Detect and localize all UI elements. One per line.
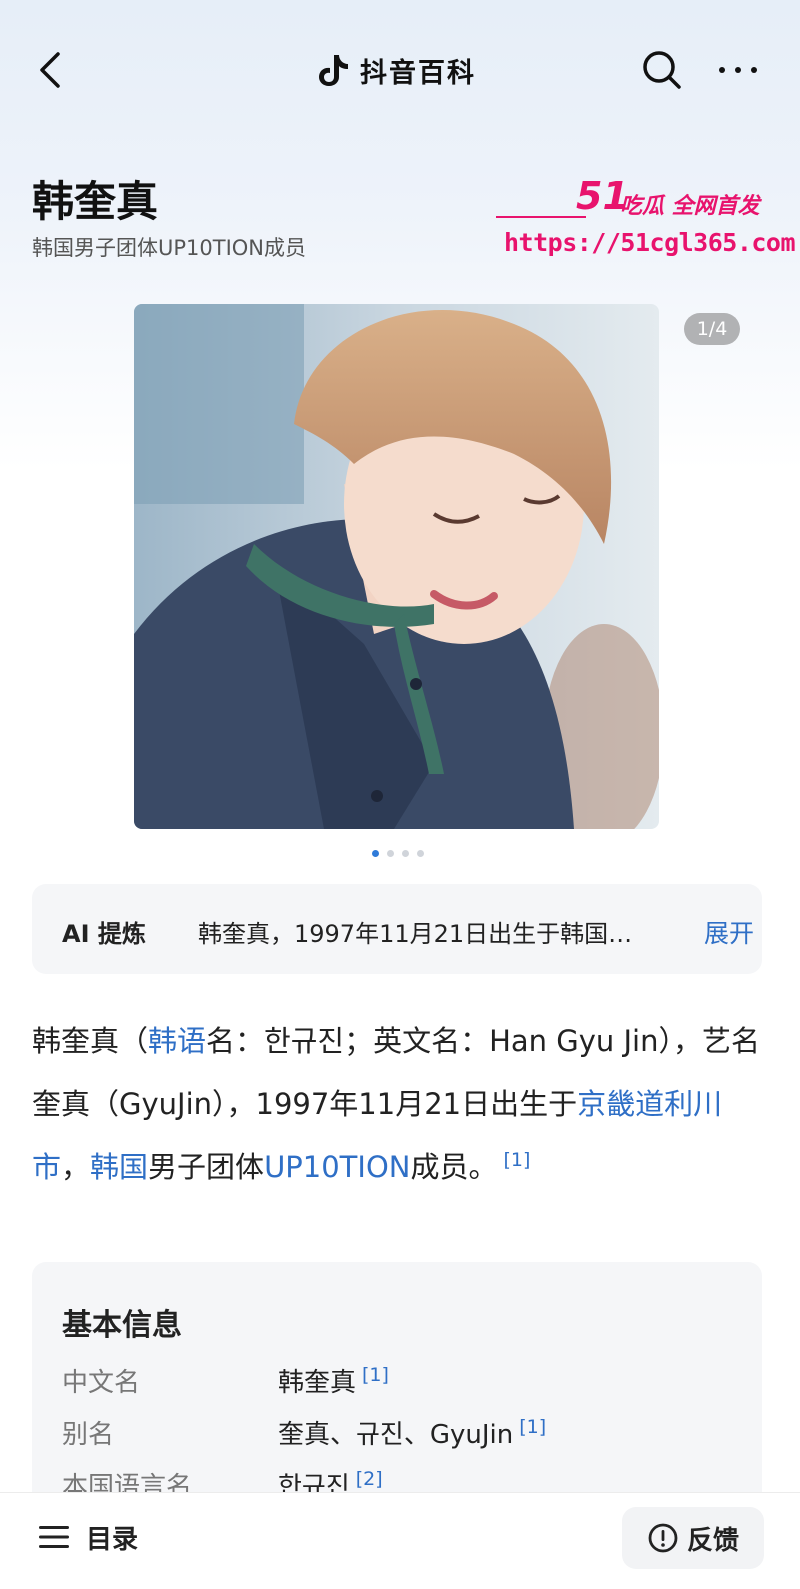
gallery-dot[interactable]: [387, 850, 394, 857]
intro-text: 男子团体: [148, 1150, 265, 1184]
reference-link[interactable]: [1]: [519, 1416, 546, 1438]
toc-button[interactable]: 目录: [38, 1515, 138, 1559]
reference-link[interactable]: [1]: [362, 1364, 389, 1386]
reference-link[interactable]: [2]: [356, 1468, 383, 1490]
ai-summary-expand-link[interactable]: 展开: [704, 914, 754, 950]
intro-paragraph: 韩奎真（韩语名：한규진；英文名：Han Gyu Jin），艺名奎真（GyuJin…: [32, 1010, 762, 1199]
brand-logo: 抖音百科: [316, 50, 476, 90]
watermark-url: https://51cgl365.com: [504, 228, 796, 257]
info-key: 中文名: [62, 1368, 141, 1398]
gallery-dot[interactable]: [417, 850, 424, 857]
feedback-label: 反馈: [686, 1525, 739, 1556]
toc-label: 目录: [86, 1524, 139, 1555]
back-button[interactable]: [30, 48, 74, 92]
ai-summary-text: 韩奎真，1997年11月21日出生于韩国…: [198, 920, 633, 948]
info-value: 韩奎真 [1]: [278, 1362, 389, 1399]
back-chevron-icon: [40, 52, 60, 88]
top-bar: 抖音百科: [0, 30, 800, 110]
more-button[interactable]: [716, 48, 760, 92]
bottom-bar: 目录 反馈: [0, 1492, 800, 1589]
ai-summary-label: AI 提炼: [62, 920, 146, 948]
intro-text: ，: [61, 1150, 91, 1184]
info-value: 奎真、규진、GyuJin [1]: [278, 1414, 546, 1451]
gallery-dot[interactable]: [372, 850, 379, 857]
search-button[interactable]: [640, 48, 684, 92]
intro-text: 韩奎真（: [32, 1024, 149, 1058]
search-icon: [643, 51, 681, 89]
watermark: 51 吃瓜 全网首发 https://51cgl365.com: [496, 170, 796, 270]
profile-photo[interactable]: [134, 304, 659, 829]
page-title: 韩奎真: [32, 177, 159, 226]
link-korea[interactable]: 韩国: [90, 1150, 148, 1184]
person-photo-illustration: [134, 304, 659, 829]
basic-info-card: 基本信息 中文名 韩奎真 [1] 别名 奎真、규진、GyuJin [1] 本国语言名…: [32, 1262, 762, 1522]
gallery-pagination[interactable]: [372, 850, 424, 857]
douyin-note-icon: [319, 55, 348, 86]
brand-name: 抖音百科: [360, 57, 476, 89]
link-korean-language[interactable]: 韩语: [148, 1024, 206, 1058]
page-subtitle: 韩国男子团体UP10TION成员: [32, 236, 307, 260]
intro-text: 成员。: [410, 1150, 498, 1184]
reference-link[interactable]: [1]: [503, 1149, 530, 1171]
info-value-text: 韩奎真: [278, 1368, 357, 1398]
info-value-text: 奎真、규진、GyuJin: [278, 1420, 514, 1450]
more-dots-icon: [719, 67, 757, 73]
ai-summary-card[interactable]: AI 提炼 韩奎真，1997年11月21日出生于韩国… 展开: [32, 884, 762, 974]
info-row-alias: 别名 奎真、규진、GyuJin [1]: [62, 1414, 742, 1454]
basic-info-title: 基本信息: [62, 1308, 182, 1343]
info-row-chinese-name: 中文名 韩奎真 [1]: [62, 1362, 742, 1402]
menu-lines-icon: [39, 1526, 69, 1548]
alert-circle-icon: [648, 1523, 678, 1553]
watermark-circuit-line: [496, 216, 586, 218]
watermark-tagline: 吃瓜 全网首发: [620, 194, 760, 219]
link-up10tion[interactable]: UP10TION: [264, 1150, 410, 1184]
gallery-dot[interactable]: [402, 850, 409, 857]
info-key: 别名: [62, 1420, 115, 1450]
gallery-counter-badge: 1/4: [684, 313, 740, 345]
feedback-button[interactable]: 反馈: [622, 1507, 764, 1569]
